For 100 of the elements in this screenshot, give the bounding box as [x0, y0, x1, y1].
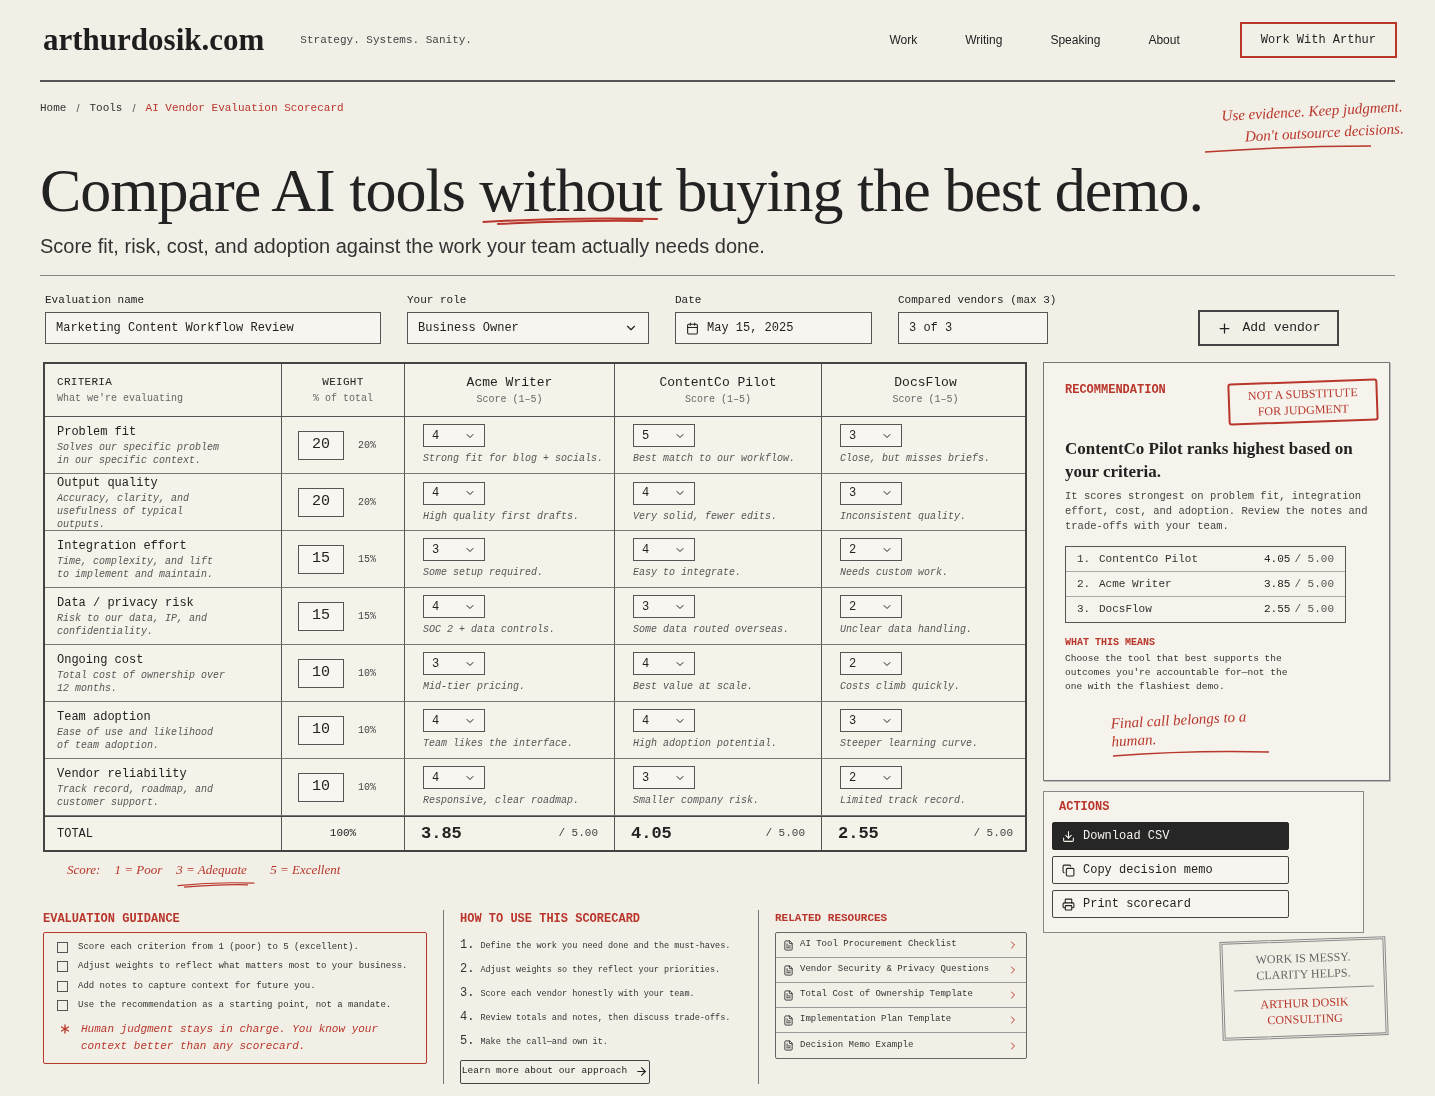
step-text: Review totals and notes, then discuss trade-offs.	[480, 1011, 731, 1025]
document-icon	[783, 989, 794, 1001]
score-select[interactable]: 4	[633, 538, 695, 561]
action-button[interactable]: Copy decision memo	[1052, 856, 1289, 884]
select-field[interactable]: Business Owner	[407, 312, 649, 344]
column-title: Acme Writer	[466, 373, 553, 392]
section-heading: RELATED RESOURCES	[775, 910, 889, 926]
checkbox[interactable]	[57, 980, 68, 992]
checkbox[interactable]	[57, 961, 68, 973]
score-select[interactable]: 4	[633, 652, 695, 675]
score-select[interactable]: 2	[840, 766, 902, 789]
resource-link[interactable]: Implementation Plan Template	[776, 1008, 1026, 1033]
field-label: Evaluation name	[45, 292, 146, 308]
breadcrumb-link[interactable]: AI Vendor Evaluation Scorecard	[145, 100, 344, 117]
score-note: Needs custom work.	[840, 566, 950, 580]
page-subtitle: Score fit, risk, cost, and adoption against the work your team actually needs done.	[40, 233, 766, 259]
score-select[interactable]: 3	[840, 481, 902, 505]
weight-percent: 10%	[358, 666, 376, 681]
score-note: Some data routed overseas.	[633, 623, 791, 637]
score-select[interactable]: 4	[423, 709, 485, 732]
score-legend-text: 3 = Adequate	[176, 861, 248, 879]
score-select[interactable]: 2	[840, 595, 902, 618]
score-select[interactable]: 5	[633, 424, 695, 447]
site-logo[interactable]: arthurdosik.com	[43, 16, 265, 64]
step-text: Score each vendor honestly with your team.	[480, 987, 695, 1001]
checkbox[interactable]	[57, 941, 68, 953]
score-select[interactable]: 4	[633, 481, 695, 505]
score-note: Best value at scale.	[633, 680, 755, 694]
input-field[interactable]: 3 of 3	[898, 312, 1048, 344]
nav-link[interactable]: Writing	[965, 31, 1003, 49]
total-label: TOTAL	[57, 825, 93, 843]
weight-field[interactable]: 10	[298, 658, 344, 688]
rank-number: 2.	[1077, 576, 1092, 592]
guidance-text: Use the recommendation as a starting point, not a mandate.	[78, 999, 392, 1012]
action-button[interactable]: Print scorecard	[1052, 890, 1289, 918]
arrow-right-icon	[635, 1065, 649, 1078]
breadcrumb-link[interactable]: Home	[40, 100, 67, 117]
weight-field[interactable]: 10	[298, 772, 344, 802]
action-button[interactable]: Download CSV	[1052, 822, 1289, 850]
score-max: / 5.00	[765, 826, 805, 842]
resource-link[interactable]: Decision Memo Example	[776, 1033, 1026, 1058]
document-icon	[783, 1014, 794, 1026]
score-note: Unclear data handling.	[840, 623, 974, 637]
score-select[interactable]: 3	[423, 652, 485, 675]
date-field[interactable]: May 15, 2025	[675, 312, 872, 344]
step-text: Adjust weights so they reflect your priorities.	[480, 963, 721, 977]
weight-percent: 15%	[358, 609, 376, 624]
field-label: Date	[675, 292, 703, 308]
score-select[interactable]: 3	[840, 424, 902, 447]
score-max: / 5.00	[1294, 551, 1334, 567]
site-tagline: Strategy. Systems. Sanity.	[300, 32, 472, 48]
resource-link[interactable]: Vendor Security & Privacy Questions	[776, 958, 1026, 983]
score-select[interactable]: 4	[423, 595, 485, 618]
score-select[interactable]: 3	[633, 595, 695, 618]
score-select[interactable]: 3	[423, 538, 485, 561]
weight-field[interactable]: 10	[298, 715, 344, 745]
add-vendor-button[interactable]: Add vendor	[1198, 310, 1340, 346]
weight-field[interactable]: 15	[298, 544, 344, 574]
score-select[interactable]: 4	[423, 766, 485, 789]
nav-link[interactable]: Speaking	[1050, 31, 1101, 49]
score-select[interactable]: 2	[840, 538, 902, 561]
weight-percent: 15%	[358, 552, 376, 567]
score-select[interactable]: 4	[633, 709, 695, 732]
criterion-description: Time, complexity, and lift to implement and maintain.	[57, 555, 215, 581]
handwritten-note: Final call belongs to a human.	[1110, 707, 1248, 751]
nav-link[interactable]: About	[1148, 31, 1180, 49]
checkbox[interactable]	[57, 1000, 68, 1012]
weight-field[interactable]: 20	[298, 430, 344, 460]
handwritten-note: Use evidence. Keep judgment. Don't outsource decisions.	[1220, 97, 1404, 147]
score-select[interactable]: 2	[840, 652, 902, 675]
nav-link[interactable]: Work	[889, 31, 918, 49]
input-field[interactable]: Marketing Content Workflow Review	[45, 312, 381, 344]
score-select[interactable]: 3	[633, 766, 695, 789]
section-heading: ACTIONS	[1058, 799, 1111, 816]
criterion-name: Problem fit	[57, 424, 138, 441]
step-text: Make the call—and own it.	[480, 1035, 608, 1049]
breadcrumb-link[interactable]: Tools	[89, 100, 123, 117]
resource-link[interactable]: Total Cost of Ownership Template	[776, 983, 1026, 1008]
weight-percent: 10%	[358, 780, 376, 795]
score-note: SOC 2 + data controls.	[423, 623, 557, 637]
criterion-name: Team adoption	[57, 709, 152, 726]
guidance-text: Adjust weights to reflect what matters most to your business.	[78, 960, 408, 973]
page-title: Compare AI tools without buying the best demo.	[40, 154, 1203, 225]
score-select[interactable]: 4	[423, 424, 485, 447]
step-number: 1.	[460, 936, 475, 954]
section-heading: WHAT THIS MEANS	[1065, 636, 1156, 650]
score-select[interactable]: 3	[840, 709, 902, 732]
vendor-score: 2.55	[1264, 602, 1291, 618]
weight-field[interactable]: 15	[298, 601, 344, 631]
learn-more-link[interactable]: Learn more about our approach	[460, 1059, 650, 1084]
column-title: DocsFlow	[894, 373, 957, 392]
cta-button[interactable]: Work With Arthur	[1239, 22, 1397, 58]
criterion-name: Ongoing cost	[57, 652, 145, 669]
resource-link[interactable]: AI Tool Procurement Checklist	[776, 933, 1026, 958]
weight-field[interactable]: 20	[298, 488, 344, 517]
column-title: CRITERIA	[57, 375, 112, 391]
vendor-name: Acme Writer	[1099, 576, 1173, 592]
score-select[interactable]: 4	[423, 481, 485, 505]
breadcrumb-separator: /	[76, 101, 80, 116]
total-weight: 100%	[329, 826, 357, 842]
